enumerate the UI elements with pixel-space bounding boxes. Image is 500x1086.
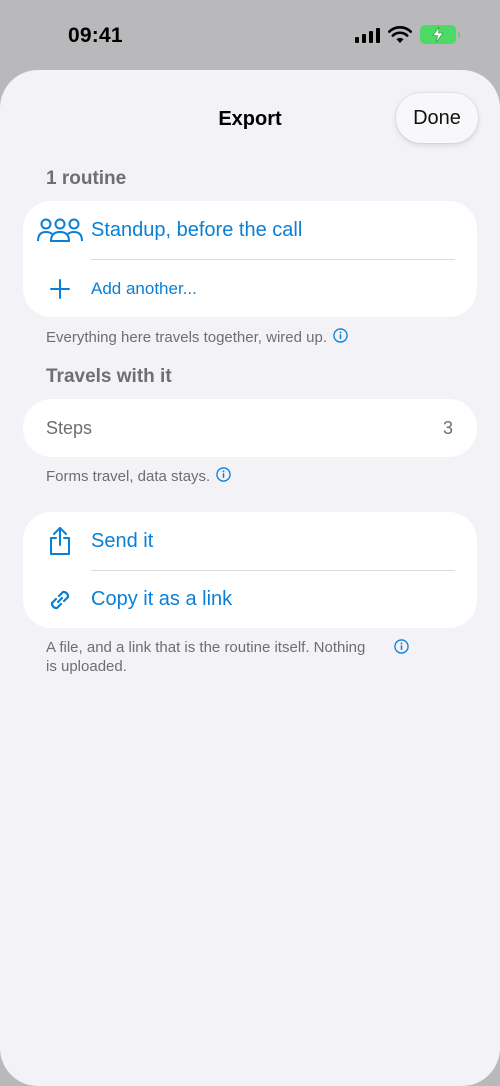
actions-footnote-line1: A file, and a link that is the routine i… <box>46 638 426 657</box>
routine-item[interactable]: Standup, before the call <box>23 201 477 259</box>
export-sheet: Export Done 1 routine Standup, before th… <box>0 70 500 1086</box>
routines-section-header: 1 routine <box>46 168 127 189</box>
steps-label: Steps <box>46 417 93 438</box>
routines-footnote: Everything here travels together, wired … <box>46 328 348 348</box>
routine-item-label: Standup, before the call <box>91 218 303 241</box>
done-button[interactable]: Done <box>396 93 478 143</box>
wifi-icon <box>388 25 412 43</box>
plus-icon <box>35 278 85 299</box>
actions-footnote: A file, and a link that is the routine i… <box>46 638 426 676</box>
routines-card: Standup, before the call Add another... <box>23 201 477 317</box>
send-it-label: Send it <box>91 529 154 552</box>
link-icon <box>35 586 85 614</box>
status-bar: 09:41 <box>0 0 500 70</box>
copy-link-button[interactable]: Copy it as a link <box>23 571 477 628</box>
info-icon[interactable] <box>333 328 348 348</box>
info-icon[interactable] <box>394 639 409 659</box>
people-group-icon <box>35 217 85 243</box>
steps-row: Steps 3 <box>23 399 477 457</box>
travels-footnote-text: Forms travel, data stays. <box>46 468 211 485</box>
travels-section-header: Travels with it <box>46 366 172 387</box>
add-another-label: Add another... <box>91 278 197 298</box>
actions-footnote-line2: is uploaded. <box>46 658 127 675</box>
share-icon <box>35 526 85 556</box>
charging-bolt-icon <box>432 27 444 42</box>
copy-link-label: Copy it as a link <box>91 588 233 610</box>
steps-count: 3 <box>442 417 453 438</box>
info-icon[interactable] <box>216 467 231 487</box>
battery-icon <box>420 25 460 44</box>
send-it-button[interactable]: Send it <box>23 512 477 570</box>
status-icons <box>355 25 460 44</box>
travels-card: Steps 3 <box>23 399 477 457</box>
routines-footnote-text: Everything here travels together, wired … <box>46 329 327 346</box>
cellular-signal-icon <box>355 27 380 43</box>
add-another-button[interactable]: Add another... <box>23 260 477 317</box>
travels-footnote: Forms travel, data stays. <box>46 467 231 487</box>
actions-footnote-text: A file, and a link that is the routine i… <box>46 639 366 656</box>
actions-card: Send it Copy it as a link <box>23 512 477 628</box>
status-time: 09:41 <box>68 24 123 47</box>
